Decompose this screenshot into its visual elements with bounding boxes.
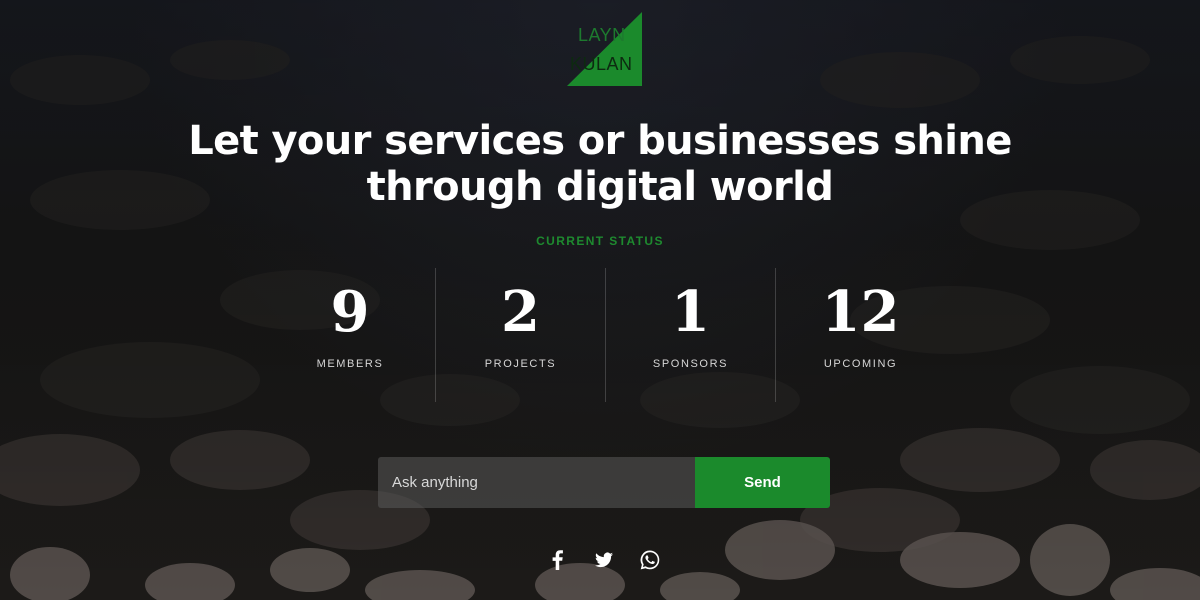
stat-projects: 2 PROJECTS	[435, 268, 605, 402]
logo-text-line2: KULAN	[570, 54, 633, 74]
stat-label: PROJECTS	[484, 358, 557, 370]
stat-value: 9	[330, 279, 370, 345]
status-stats: 9 MEMBERS 2 PROJECTS 1 SPONSORS 12 UPCOM…	[265, 268, 945, 402]
stat-value: 12	[821, 279, 900, 345]
hero-headline: Let your services or businesses shine th…	[0, 118, 1200, 210]
social-links	[544, 546, 664, 574]
whatsapp-icon	[640, 550, 660, 570]
ask-form: Send	[378, 457, 830, 508]
stat-value: 1	[671, 279, 710, 345]
headline-line2: through digital world	[366, 164, 834, 210]
facebook-link[interactable]	[544, 546, 572, 574]
stat-sponsors: 1 SPONSORS	[605, 268, 775, 402]
send-button[interactable]: Send	[695, 457, 830, 508]
stat-label: MEMBERS	[316, 358, 384, 370]
logo-text-line1: LAYN	[578, 25, 626, 45]
current-status-label: CURRENT STATUS	[536, 234, 664, 248]
twitter-link[interactable]	[590, 546, 618, 574]
stat-upcoming: 12 UPCOMING	[775, 268, 945, 402]
whatsapp-link[interactable]	[636, 546, 664, 574]
ask-input[interactable]	[378, 457, 695, 508]
stat-label: UPCOMING	[823, 358, 898, 370]
facebook-icon	[552, 550, 563, 570]
stat-value: 2	[501, 279, 540, 345]
headline-line1: Let your services or businesses shine	[188, 118, 1012, 164]
stat-label: SPONSORS	[652, 358, 729, 370]
stat-members: 9 MEMBERS	[265, 268, 435, 402]
site-logo[interactable]: LAYN KULAN	[567, 12, 642, 86]
twitter-icon	[595, 552, 613, 568]
